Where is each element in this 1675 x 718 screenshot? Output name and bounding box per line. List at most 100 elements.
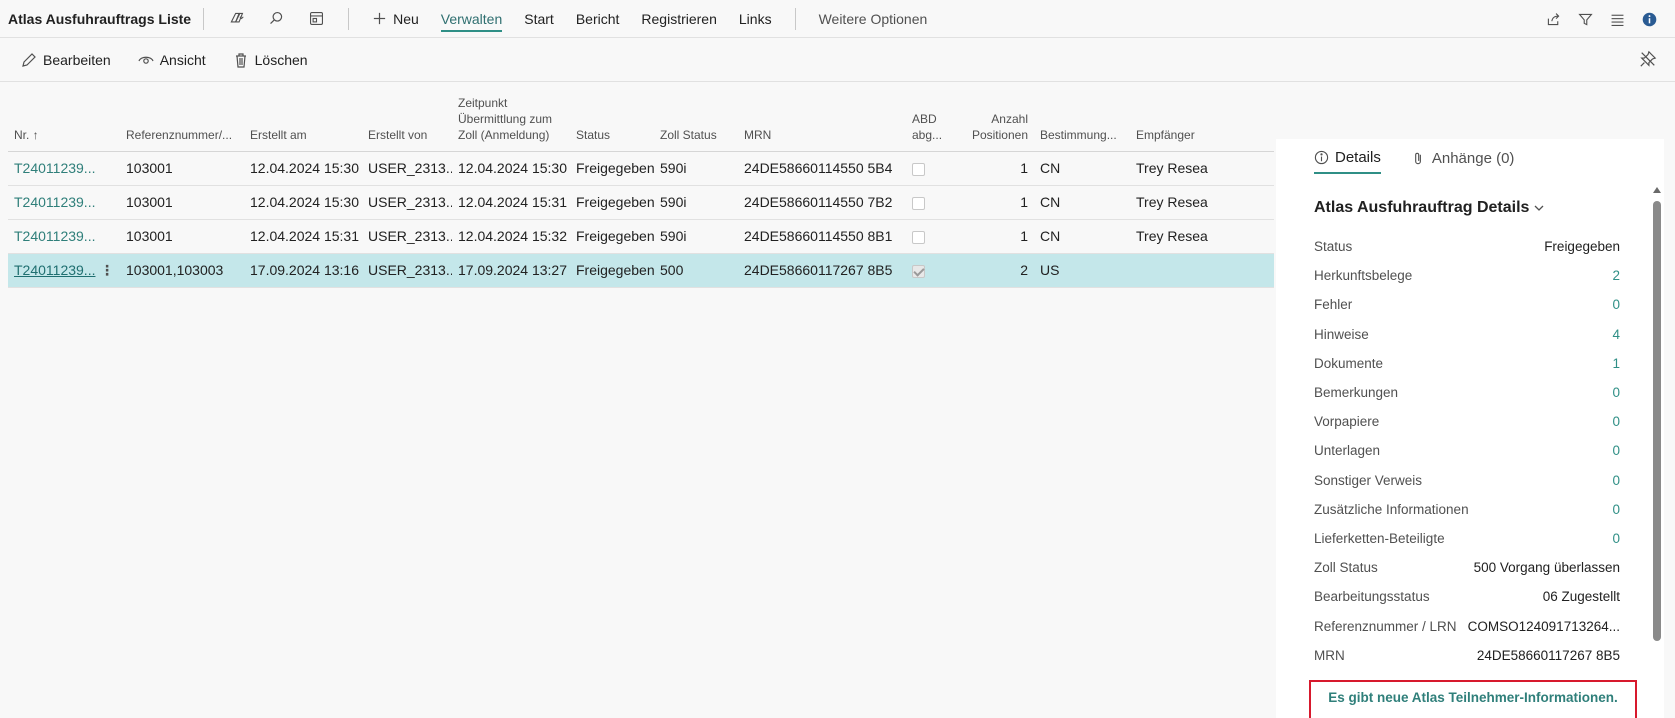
field-label: Lieferketten-Beteiligte (1314, 530, 1445, 546)
abd-checkbox[interactable] (912, 162, 925, 176)
page-title: Atlas Ausfuhrauftrags Liste (8, 10, 192, 27)
list-view-icon[interactable] (1604, 6, 1630, 32)
field-label: Fehler (1314, 297, 1353, 313)
menu-more-options[interactable]: Weitere Optionen (819, 5, 928, 33)
tab-attachments[interactable]: Anhänge (0) (1411, 149, 1514, 174)
pin-icon[interactable] (1639, 50, 1657, 71)
factbox-pane: Details Anhänge (0) Atlas Ausfuhrauftrag… (1276, 139, 1664, 718)
field-value-link[interactable]: 0 (1612, 385, 1620, 400)
factbox-heading[interactable]: Atlas Ausfuhrauftrag Details (1314, 199, 1545, 217)
delete-button[interactable]: Löschen (233, 52, 308, 68)
column-header-ref[interactable]: Referenznummer/... (120, 88, 244, 152)
scrollbar-thumb[interactable] (1653, 201, 1661, 641)
factbox-scrollbar[interactable] (1653, 187, 1661, 647)
cell-status: Freigegeben (570, 151, 654, 186)
cell-recipient: Trey Resea (1130, 151, 1274, 186)
search-icon[interactable] (263, 6, 289, 32)
column-header-positions[interactable]: Anzahl Positionen (958, 88, 1034, 152)
cell-recipient: Trey Resea (1130, 185, 1274, 220)
menu-links[interactable]: Links (739, 5, 772, 33)
field-value-link[interactable]: 0 (1612, 414, 1620, 429)
share-icon[interactable] (1540, 6, 1566, 32)
field-value-link[interactable]: 0 (1612, 502, 1620, 517)
cell-mrn: 24DE58660114550 8B1 (738, 219, 906, 254)
cell-transmit: 12.04.2024 15:30 (452, 151, 570, 186)
cell-customs-status: 500 (654, 253, 738, 288)
field-value-link[interactable]: 1 (1612, 356, 1620, 371)
row-menu-icon[interactable]: ⋮ (100, 262, 114, 279)
table-header-row: Nr. ↑ Referenznummer/... Erstellt am Ers… (8, 88, 1274, 152)
cell-abd (906, 185, 958, 220)
field-mrn: MRN 24DE58660117267 8B5 (1314, 641, 1620, 670)
column-header-created-by[interactable]: Erstellt von (362, 88, 452, 152)
field-label: Status (1314, 239, 1353, 255)
column-header-created-at[interactable]: Erstellt am (244, 88, 362, 152)
scroll-up-icon[interactable] (1653, 187, 1661, 193)
divider (794, 7, 796, 30)
copilot-icon[interactable] (223, 6, 249, 32)
table-row-selected[interactable]: T24011239... ⋮ 103001,103003 17.09.2024 1… (8, 253, 1274, 288)
top-bar: Atlas Ausfuhrauftrags Liste Neu Verwalte… (0, 0, 1675, 38)
column-header-customs-status[interactable]: Zoll Status (654, 88, 738, 152)
table-row[interactable]: T24011239... 103001 12.04.2024 15:31 USE… (8, 219, 1274, 254)
column-header-destination[interactable]: Bestimmung... (1034, 88, 1130, 152)
table-row[interactable]: T24011239... 103001 12.04.2024 15:30 USE… (8, 185, 1274, 220)
factbox-tabs: Details Anhänge (0) (1314, 149, 1514, 174)
field-label: Referenznummer / LRN (1314, 618, 1457, 634)
notice-link[interactable]: Es gibt neue Atlas Teilnehmer-Informatio… (1309, 680, 1637, 718)
filter-icon[interactable] (1572, 6, 1598, 32)
field-hinweise: Hinweise 4 (1314, 320, 1620, 349)
cell-destination: CN (1034, 219, 1130, 254)
layout-icon[interactable] (303, 6, 329, 32)
factbox-fields: Status Freigegeben Herkunftsbelege 2 Fehle… (1314, 232, 1620, 670)
menu-registrieren[interactable]: Registrieren (641, 5, 716, 33)
view-button[interactable]: Ansicht (138, 52, 206, 68)
abd-checkbox[interactable] (912, 264, 925, 278)
field-value-link[interactable]: 4 (1612, 327, 1620, 342)
view-label: Ansicht (159, 51, 206, 68)
cell-positions: 1 (958, 185, 1034, 220)
cell-ref: 103001 (120, 185, 244, 220)
column-header-mrn[interactable]: MRN (738, 88, 906, 152)
field-value: 500 Vorgang überlassen (1473, 560, 1620, 576)
tab-details[interactable]: Details (1314, 149, 1381, 174)
field-value-link[interactable]: 0 (1612, 297, 1620, 312)
abd-checkbox[interactable] (912, 230, 925, 244)
menu-new[interactable]: Neu (372, 5, 419, 33)
row-link[interactable]: T24011239... (14, 262, 95, 278)
edit-button[interactable]: Bearbeiten (21, 52, 111, 68)
info-icon[interactable] (1636, 6, 1662, 32)
menu-verwalten[interactable]: Verwalten (440, 5, 503, 32)
field-status: Status Freigegeben (1314, 232, 1620, 261)
column-header-nr[interactable]: Nr. ↑ (8, 88, 120, 152)
field-value-link[interactable]: 0 (1612, 473, 1620, 488)
action-bar: Bearbeiten Ansicht Löschen (0, 38, 1675, 82)
edit-label: Bearbeiten (43, 51, 111, 68)
divider (348, 7, 350, 30)
column-header-abd[interactable]: ABD abg... (906, 88, 958, 152)
menu-bericht[interactable]: Bericht (576, 5, 620, 33)
cell-nr[interactable]: T24011239... (8, 185, 120, 220)
tab-details-label: Details (1335, 149, 1381, 166)
cell-customs-status: 590i (654, 219, 738, 254)
cell-created-at: 12.04.2024 15:30 (244, 151, 362, 186)
field-label: Herkunftsbelege (1314, 268, 1413, 284)
factbox-heading-label: Atlas Ausfuhrauftrag Details (1314, 199, 1530, 216)
field-value-link[interactable]: 0 (1612, 531, 1620, 546)
cell-nr[interactable]: T24011239... (8, 151, 120, 186)
cell-nr: T24011239... ⋮ (8, 253, 120, 288)
cell-nr[interactable]: T24011239... (8, 219, 120, 254)
menu-start[interactable]: Start (524, 5, 554, 33)
field-value-link[interactable]: 0 (1612, 443, 1620, 458)
abd-checkbox[interactable] (912, 196, 925, 210)
cell-status: Freigegeben (570, 253, 654, 288)
cell-customs-status: 590i (654, 185, 738, 220)
column-header-status[interactable]: Status (570, 88, 654, 152)
cell-status: Freigegeben (570, 185, 654, 220)
column-header-recipient[interactable]: Empfänger (1130, 88, 1274, 152)
field-value-link[interactable]: 2 (1612, 268, 1620, 283)
cell-created-at: 12.04.2024 15:31 (244, 219, 362, 254)
column-header-transmit[interactable]: Zeitpunkt Übermittlung zum Zoll (Anmeldu… (452, 88, 570, 152)
cell-destination: CN (1034, 185, 1130, 220)
table-row[interactable]: T24011239... 103001 12.04.2024 15:30 USE… (8, 151, 1274, 186)
